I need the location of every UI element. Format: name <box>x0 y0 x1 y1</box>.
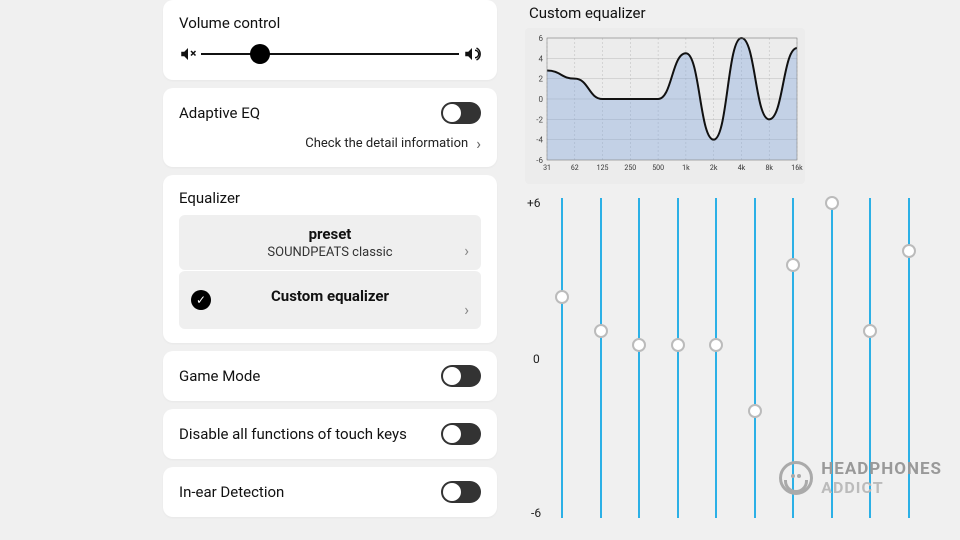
svg-text:31: 31 <box>543 164 551 172</box>
svg-text:1k: 1k <box>682 164 690 172</box>
equalizer-card: Equalizer preset SOUNDPEATS classic › ✓ … <box>163 175 497 343</box>
eq-band-slider[interactable] <box>600 198 602 518</box>
eq-slider-knob[interactable] <box>786 258 800 272</box>
svg-text:62: 62 <box>571 164 579 172</box>
eq-slider-knob[interactable] <box>555 290 569 304</box>
slider-y-top: +6 <box>527 196 541 210</box>
svg-text:2k: 2k <box>710 164 718 172</box>
volume-control-card: Volume control <box>163 0 497 80</box>
eq-slider-knob[interactable] <box>671 338 685 352</box>
adaptive-eq-title: Adaptive EQ <box>179 104 260 122</box>
svg-text:-4: -4 <box>536 136 543 145</box>
volume-slider[interactable] <box>179 42 481 66</box>
check-icon: ✓ <box>191 290 211 310</box>
svg-text:-2: -2 <box>536 115 543 124</box>
settings-column: Volume control Adaptive EQ Check the det… <box>155 0 505 525</box>
adaptive-eq-card: Adaptive EQ Check the detail information… <box>163 88 497 167</box>
preset-sub: SOUNDPEATS classic <box>193 245 467 260</box>
eq-band-slider[interactable] <box>715 198 717 518</box>
eq-slider-knob[interactable] <box>709 338 723 352</box>
svg-text:8k: 8k <box>765 164 773 172</box>
adaptive-eq-toggle[interactable] <box>441 102 481 124</box>
svg-text:4: 4 <box>539 54 544 63</box>
game-mode-card: Game Mode <box>163 351 497 401</box>
custom-eq-head: Custom equalizer <box>193 287 467 305</box>
svg-text:125: 125 <box>597 164 609 172</box>
volume-title: Volume control <box>179 14 481 32</box>
volume-mute-icon <box>179 45 197 63</box>
slider-y-bot: -6 <box>531 506 541 520</box>
volume-max-icon <box>463 45 481 63</box>
in-ear-toggle[interactable] <box>441 481 481 503</box>
svg-text:16k: 16k <box>791 164 803 172</box>
in-ear-title: In-ear Detection <box>179 483 284 501</box>
svg-text:250: 250 <box>624 164 636 172</box>
disable-touch-toggle[interactable] <box>441 423 481 445</box>
preset-head: preset <box>193 225 467 243</box>
game-mode-toggle[interactable] <box>441 365 481 387</box>
chevron-right-icon: › <box>476 134 481 153</box>
slider-track <box>201 53 459 55</box>
eq-slider-knob[interactable] <box>632 338 646 352</box>
svg-text:500: 500 <box>652 164 664 172</box>
svg-text:0: 0 <box>539 95 544 104</box>
adaptive-eq-detail-text: Check the detail information <box>305 136 468 151</box>
watermark-line2: ADDICT <box>821 479 942 496</box>
watermark: HEADPHONES ADDICT <box>779 460 942 496</box>
svg-text:2: 2 <box>539 75 544 84</box>
eq-band-slider[interactable] <box>638 198 640 518</box>
game-mode-title: Game Mode <box>179 367 260 385</box>
eq-band-slider[interactable] <box>677 198 679 518</box>
chevron-right-icon: › <box>464 241 469 260</box>
svg-text:4k: 4k <box>738 164 746 172</box>
watermark-line1: HEADPHONES <box>821 460 942 478</box>
equalizer-preset-row[interactable]: preset SOUNDPEATS classic › <box>179 215 481 270</box>
in-ear-detection-card: In-ear Detection <box>163 467 497 517</box>
eq-slider-knob[interactable] <box>902 244 916 258</box>
eq-slider-knob[interactable] <box>825 196 839 210</box>
headphones-icon <box>779 461 813 495</box>
eq-curve-chart: -6-4-2024631621252505001k2k4k8k16k <box>525 28 805 184</box>
equalizer-detail-column: Custom equalizer -6 -4 -2 0 2 4 6 31 62 125 250 500… <box>505 0 960 525</box>
eq-slider-knob[interactable] <box>594 324 608 338</box>
chevron-right-icon: › <box>464 300 469 319</box>
eq-band-slider[interactable] <box>754 198 756 518</box>
adaptive-eq-detail-row[interactable]: Check the detail information › <box>179 134 481 153</box>
eq-slider-knob[interactable] <box>748 404 762 418</box>
equalizer-title: Equalizer <box>179 189 481 207</box>
eq-band-slider[interactable] <box>561 198 563 518</box>
slider-y-mid: 0 <box>533 352 540 366</box>
svg-text:6: 6 <box>539 34 544 43</box>
eq-slider-knob[interactable] <box>863 324 877 338</box>
disable-touch-card: Disable all functions of touch keys <box>163 409 497 459</box>
custom-eq-panel-title: Custom equalizer <box>525 0 940 28</box>
disable-touch-title: Disable all functions of touch keys <box>179 425 407 443</box>
slider-thumb[interactable] <box>250 44 270 64</box>
equalizer-custom-row[interactable]: ✓ Custom equalizer › <box>179 270 481 329</box>
